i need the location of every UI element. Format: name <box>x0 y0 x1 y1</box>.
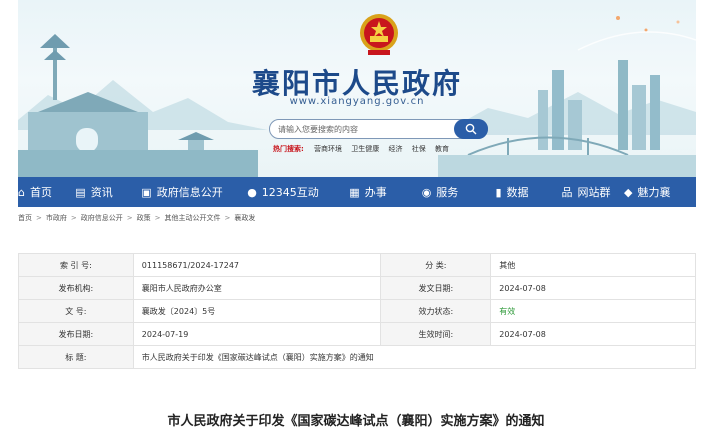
nav-item-label: 12345互动 <box>261 186 319 199</box>
breadcrumb-separator: > <box>70 214 77 222</box>
breadcrumb-item[interactable]: 政府信息公开 <box>81 214 123 222</box>
gift-icon: ◆ <box>624 185 633 199</box>
table-row: 发布日期: 2024-07-19 生效时间: 2024-07-08 <box>18 322 696 346</box>
nav-item-label: 服务 <box>436 186 459 199</box>
grid-icon: ▦ <box>349 185 360 199</box>
nav-item-charm[interactable]: ◆ 魅力襄 <box>624 177 686 207</box>
info-value: 襄政发〔2024〕5号 <box>132 299 382 323</box>
info-label: 生效时间: <box>380 322 492 346</box>
info-label: 标 题: <box>18 345 134 369</box>
info-value: 其他 <box>490 253 696 277</box>
info-label: 效力状态: <box>380 299 492 323</box>
breadcrumb-item[interactable]: 襄政发 <box>234 214 255 222</box>
nav-item-label: 办事 <box>364 186 387 199</box>
bar-chart-icon: ▮ <box>495 185 502 199</box>
breadcrumb-separator: > <box>36 214 42 222</box>
book-icon: ▣ <box>141 185 152 199</box>
nav-item-label: 首页 <box>29 186 52 199</box>
nav-item-label: 数据 <box>506 186 529 199</box>
nav-item-label: 资讯 <box>90 186 113 199</box>
search-icon <box>465 123 477 135</box>
nav-item-services[interactable]: ◉ 服务 <box>404 177 476 207</box>
nav-item-12345[interactable]: ● 12345互动 <box>234 177 332 207</box>
header-banner: 襄阳市人民政府 www.xiangyang.gov.cn 热门搜索: 营商环境 … <box>18 0 696 177</box>
nav-item-label: 网站群 <box>577 186 611 199</box>
nav-item-home[interactable]: ⌂ 首页 <box>18 177 58 207</box>
search-input[interactable] <box>278 120 454 138</box>
info-value: 011158671/2024-17247 <box>132 253 382 277</box>
user-service-icon: ◉ <box>421 185 432 199</box>
table-row: 文 号: 襄政发〔2024〕5号 效力状态: 有效 <box>18 299 696 323</box>
nav-item-site-group[interactable]: 品 网站群 <box>548 177 624 207</box>
hot-search-item[interactable]: 社保 <box>412 145 426 153</box>
info-value: 2024-07-08 <box>490 322 696 346</box>
hot-search-item[interactable]: 教育 <box>435 145 449 153</box>
info-label: 索 引 号: <box>18 253 134 277</box>
table-row: 标 题: 市人民政府关于印发《国家碳达峰试点（襄阳）实施方案》的通知 <box>18 345 697 369</box>
site-url: www.xiangyang.gov.cn <box>289 96 425 107</box>
info-label: 发布机构: <box>18 276 134 300</box>
chat-icon: ● <box>247 185 257 199</box>
breadcrumb-separator: > <box>154 214 161 222</box>
breadcrumb-item[interactable]: 其他主动公开文件 <box>165 214 221 222</box>
status-badge: 有效 <box>490 299 696 323</box>
nav-item-data[interactable]: ▮ 数据 <box>476 177 548 207</box>
hot-search-label: 热门搜索: <box>273 145 304 153</box>
hot-search: 热门搜索: 营商环境 卫生健康 经济 社保 教育 <box>273 144 456 154</box>
info-label: 分 类: <box>380 253 492 277</box>
main-nav: ⌂ 首页 ▤ 资讯 ▣ 政府信息公开 ● 12345互动 ▦ 办事 ◉ 服务 ▮… <box>18 177 696 207</box>
sitemap-icon: 品 <box>561 185 573 199</box>
nav-item-label: 政府信息公开 <box>156 186 223 199</box>
breadcrumb: 首页 > 市政府 > 政府信息公开 > 政策 > 其他主动公开文件 > 襄政发 <box>18 213 255 223</box>
news-icon: ▤ <box>75 185 86 199</box>
breadcrumb-item[interactable]: 市政府 <box>46 214 67 222</box>
info-value: 襄阳市人民政府办公室 <box>132 276 382 300</box>
info-value: 2024-07-08 <box>490 276 696 300</box>
national-emblem-icon <box>360 14 398 55</box>
nav-item-news[interactable]: ▤ 资讯 <box>58 177 130 207</box>
home-icon: ⌂ <box>18 185 25 199</box>
table-row: 发布机构: 襄阳市人民政府办公室 发文日期: 2024-07-08 <box>18 276 696 300</box>
search-button[interactable] <box>454 119 488 139</box>
info-label: 文 号: <box>18 299 134 323</box>
document-heading: 市人民政府关于印发《国家碳达峰试点（襄阳）实施方案》的通知 <box>167 414 545 429</box>
breadcrumb-separator: > <box>224 214 231 222</box>
info-label: 发文日期: <box>380 276 492 300</box>
hot-search-item[interactable]: 卫生健康 <box>351 145 379 153</box>
table-row: 索 引 号: 011158671/2024-17247 分 类: 其他 <box>18 253 696 277</box>
info-label: 发布日期: <box>18 322 134 346</box>
hot-search-item[interactable]: 营商环境 <box>314 145 342 153</box>
breadcrumb-item[interactable]: 首页 <box>18 214 32 222</box>
info-value: 2024-07-19 <box>132 322 382 346</box>
hot-search-item[interactable]: 经济 <box>389 145 403 153</box>
breadcrumb-separator: > <box>126 214 133 222</box>
nav-item-label: 魅力襄 <box>637 186 671 199</box>
document-info-table: 索 引 号: 011158671/2024-17247 分 类: 其他 发布机构… <box>18 253 697 369</box>
info-title-value: 市人民政府关于印发《国家碳达峰试点（襄阳）实施方案》的通知 <box>132 345 697 369</box>
breadcrumb-item[interactable]: 政策 <box>137 214 151 222</box>
nav-item-gov-info[interactable]: ▣ 政府信息公开 <box>130 177 234 207</box>
nav-item-affairs[interactable]: ▦ 办事 <box>332 177 404 207</box>
search-bar <box>269 119 488 139</box>
